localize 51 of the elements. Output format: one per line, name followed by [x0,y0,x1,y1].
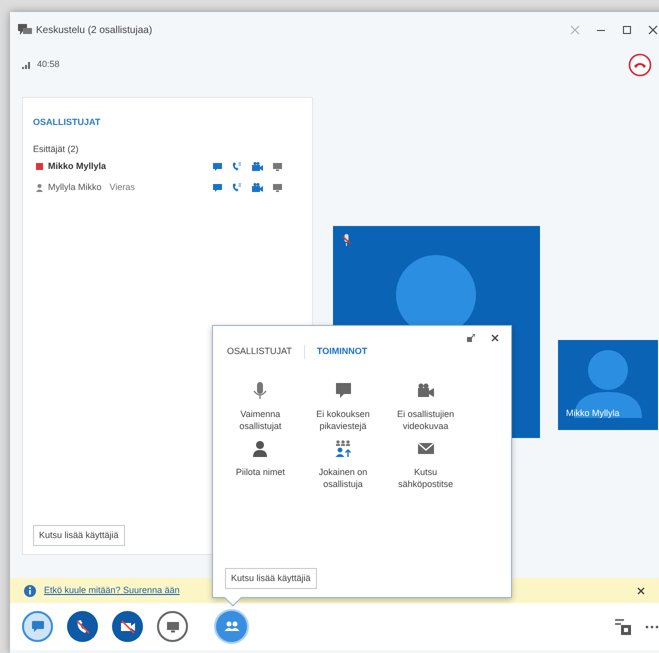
popup-tab[interactable]: OSALLISTUJAT [225,345,294,359]
action-link[interactable]: Jokainen on osallistuja [302,466,383,490]
participant-name[interactable]: Myllyla Mikko [48,180,102,194]
action-link[interactable]: Kutsu sähköpostitse [386,466,466,490]
popup-tab[interactable]: TOIMINNOT [314,345,370,359]
notification-link[interactable]: Etkö kuule mitään? Suurenna ään [44,584,180,598]
video-icon[interactable] [252,183,263,192]
chat-icon[interactable] [213,184,222,192]
person-icon[interactable] [251,440,270,458]
invite-button[interactable]: Kutsu lisää käyttäjiä [33,524,125,546]
participant-role: Vieras [110,180,135,194]
video-button[interactable] [112,611,143,642]
microphone-icon[interactable] [251,382,270,400]
invite-button[interactable]: Kutsu lisää käyttäjiä [225,568,317,589]
info-icon [24,584,36,596]
person-icon [36,184,43,192]
chat-icon[interactable] [334,382,352,400]
group-label: Esittäjät (2) [33,142,80,156]
present-button[interactable] [157,611,188,642]
action-link[interactable]: Piilota nimet [220,466,300,478]
call-duration: 40:58 [37,58,60,72]
action-link[interactable]: Vaimenna osallistujat [220,408,300,432]
monitor-icon[interactable] [273,184,282,192]
layout-icon[interactable] [615,618,631,634]
participant-name: Mikko Myllyla [566,407,620,420]
video-icon[interactable] [252,162,263,171]
close-icon[interactable] [637,586,645,594]
participants-button[interactable] [216,611,247,642]
action-link[interactable]: Ei kokouksen pikaviestejä [302,408,383,432]
video-camera-icon [118,618,136,636]
hang-up-icon[interactable] [628,53,652,77]
phone-icon[interactable] [232,162,242,171]
more-icon[interactable] [645,624,659,628]
phone-icon[interactable] [232,183,242,192]
participant-name[interactable]: Mikko Myllyla [48,160,208,174]
chat-bubbles-icon [18,24,32,36]
chat-button[interactable] [22,611,53,642]
signal-icon [22,61,32,69]
panel-heading: OSALLISTUJAT [33,116,102,129]
chat-icon[interactable] [213,162,222,170]
pop-out-icon[interactable] [467,334,475,344]
monitor-icon[interactable] [273,162,282,170]
phone-icon [74,618,92,636]
call-button[interactable] [67,611,98,642]
video-camera-icon[interactable] [416,382,435,400]
maximize-icon[interactable] [622,25,632,35]
action-link[interactable]: Ei osallistujien videokuvaa [386,408,466,432]
window-title: Keskustelu (2 osallistujaa) [36,24,152,38]
close-icon[interactable] [648,25,658,35]
people-icon[interactable] [334,440,352,458]
close-icon[interactable] [491,334,499,344]
